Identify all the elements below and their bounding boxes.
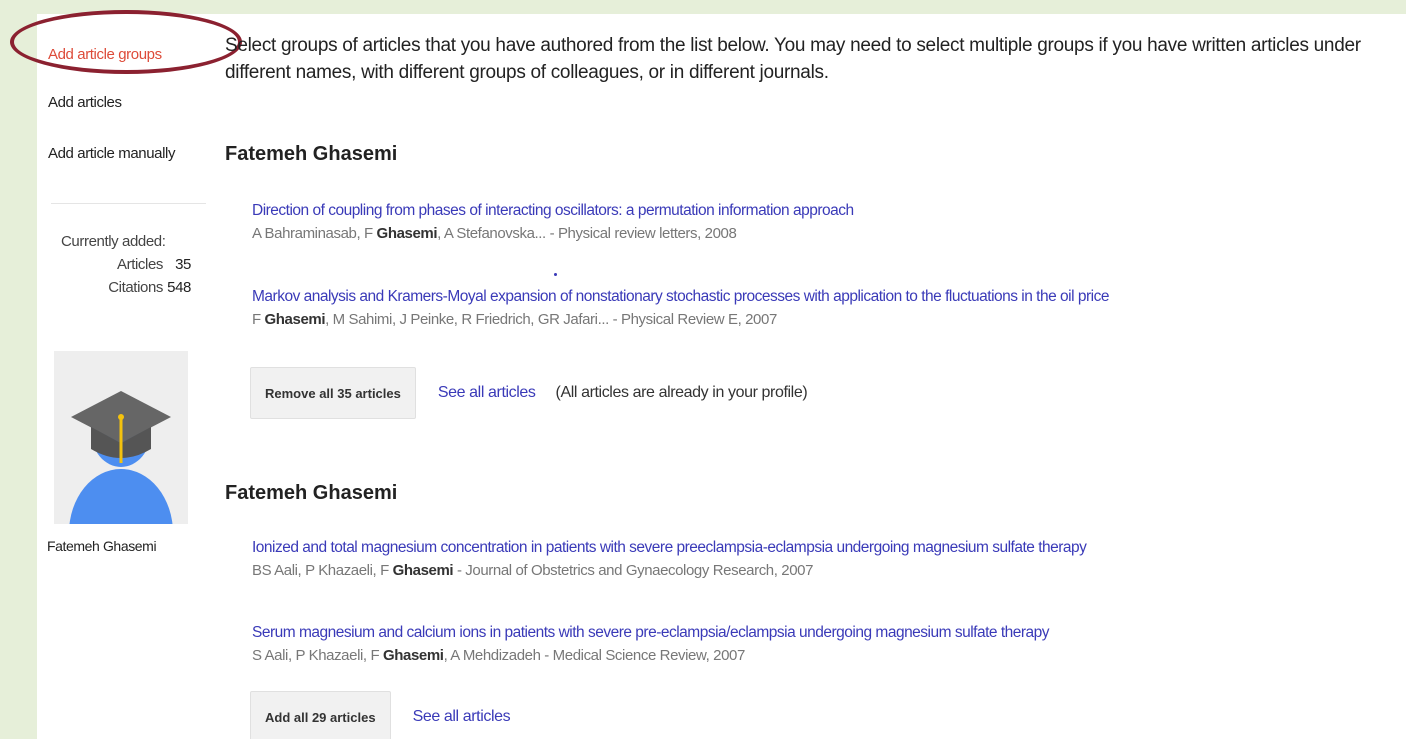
group-actions: Remove all 35 articles See all articles …	[250, 367, 808, 419]
article-meta: S Aali, P Khazaeli, F Ghasemi, A Mehdiza…	[252, 647, 1372, 664]
group-actions: Add all 29 articles See all articles	[250, 691, 511, 739]
article-meta-highlight: Ghasemi	[392, 562, 454, 579]
group-author-name: Fatemeh Ghasemi	[225, 143, 398, 165]
stat-citations-label: Citations	[108, 279, 163, 296]
article-meta-authors: F	[252, 311, 265, 328]
article-meta-authors: BS Aali, P Khazaeli, F	[252, 562, 393, 579]
intro-text: Select groups of articles that you have …	[225, 35, 1361, 83]
article-meta-source: , A Mehdizadeh - Medical Science Review,…	[443, 647, 746, 664]
sidebar-divider	[51, 203, 206, 204]
avatar-illustration	[69, 391, 173, 524]
stat-citations-value: 548	[167, 279, 191, 296]
article-meta: A Bahraminasab, F Ghasemi, A Stefanovska…	[252, 225, 1372, 242]
article-title-link[interactable]: Ionized and total magnesium concentratio…	[252, 539, 1372, 557]
article-title-link[interactable]: Serum magnesium and calcium ions in pati…	[252, 624, 1372, 642]
stat-articles-value: 35	[175, 256, 191, 273]
add-all-articles-button[interactable]: Add all 29 articles	[250, 691, 391, 739]
article-meta-source: , M Sahimi, J Peinke, R Friedrich, GR Ja…	[325, 311, 777, 328]
article-meta-highlight: Ghasemi	[383, 647, 444, 664]
article-title-link[interactable]: Markov analysis and Kramers-Moyal expans…	[252, 288, 1372, 306]
article-item: Ionized and total magnesium concentratio…	[252, 539, 1372, 579]
nav-add-article-manually[interactable]: Add article manually	[48, 145, 175, 162]
sidebar: Add article groups Add articles Add arti…	[10, 10, 242, 739]
avatar-body	[69, 469, 173, 524]
article-item: Markov analysis and Kramers-Moyal expans…	[252, 288, 1372, 328]
article-title-link[interactable]: Direction of coupling from phases of int…	[252, 202, 1372, 220]
article-item: Serum magnesium and calcium ions in pati…	[252, 624, 1372, 664]
article-meta-source: , A Stefanovska... - Physical review let…	[437, 225, 737, 242]
article-item: Direction of coupling from phases of int…	[252, 202, 1372, 242]
stat-articles: Articles 35	[61, 256, 191, 273]
article-meta: BS Aali, P Khazaeli, F Ghasemi - Journal…	[252, 562, 1372, 579]
article-meta-highlight: Ghasemi	[376, 225, 438, 242]
stats-heading: Currently added:	[61, 233, 166, 250]
article-meta: F Ghasemi, M Sahimi, J Peinke, R Friedri…	[252, 311, 1372, 328]
stat-citations: Citations 548	[61, 279, 191, 296]
stray-dot	[554, 273, 557, 276]
nav-add-articles[interactable]: Add articles	[48, 94, 122, 111]
profile-name[interactable]: Fatemeh Ghasemi	[47, 538, 157, 554]
cap-button	[118, 414, 124, 420]
group-author-name: Fatemeh Ghasemi	[225, 482, 398, 504]
stats-panel: Currently added: Articles 35 Citations 548	[61, 233, 191, 296]
scholar-add-articles-page: Add article groups Add articles Add arti…	[10, 10, 1406, 739]
highlight-oval	[10, 10, 242, 74]
see-all-articles-link[interactable]: See all articles	[413, 708, 511, 726]
article-meta-authors: S Aali, P Khazaeli, F	[252, 647, 383, 664]
article-meta-authors: A Bahraminasab, F	[252, 225, 377, 242]
article-meta-highlight: Ghasemi	[264, 311, 326, 328]
nav-add-article-groups[interactable]: Add article groups	[48, 46, 162, 63]
see-all-articles-link[interactable]: See all articles	[438, 384, 536, 402]
main-content: Select groups of articles that you have …	[225, 14, 1385, 739]
remove-all-articles-button[interactable]: Remove all 35 articles	[250, 367, 416, 419]
graduate-avatar-icon[interactable]	[54, 351, 188, 524]
already-in-profile-note: (All articles are already in your profil…	[555, 384, 808, 401]
article-meta-source: - Journal of Obstetrics and Gynaecology …	[453, 562, 814, 579]
stat-articles-label: Articles	[117, 256, 163, 273]
